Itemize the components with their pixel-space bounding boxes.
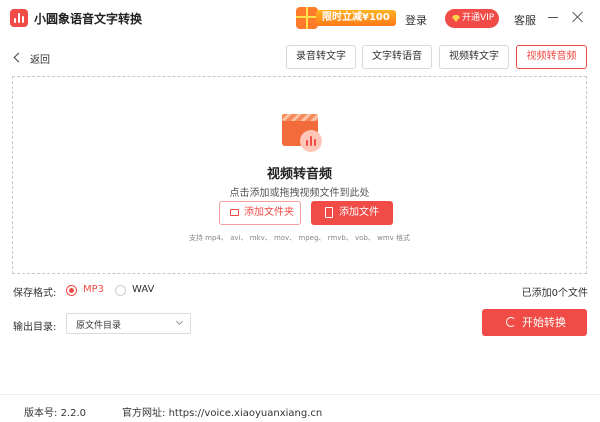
output-dir-select[interactable]: 原文件目录 <box>66 313 191 334</box>
refresh-icon <box>506 317 516 327</box>
website-link[interactable]: https://voice.xiaoyuanxiang.cn <box>169 408 323 419</box>
drop-hint: 点击添加或拖拽视频文件到此处 <box>229 188 370 199</box>
audio-wave-icon <box>10 9 28 27</box>
vip-label: 开通VIP <box>462 13 495 23</box>
save-format-label: 保存格式: <box>13 288 57 299</box>
format-label-wav: WAV <box>132 284 155 295</box>
folder-add-icon <box>230 209 239 216</box>
version-info: 版本号: 2.2.0 <box>24 404 86 419</box>
supported-formats: 支持 mp4、 avi、 mkv、 mov、 mpeg、 rmvb、 vob、 … <box>188 234 411 242</box>
minimize-icon[interactable] <box>548 17 558 18</box>
add-folder-button[interactable]: 添加文件夹 <box>219 201 301 225</box>
close-icon[interactable] <box>572 11 584 23</box>
chevron-down-icon <box>175 317 184 326</box>
file-add-icon <box>325 207 333 218</box>
add-file-label: 添加文件 <box>339 207 379 218</box>
drop-title: 视频转音频 <box>266 167 332 182</box>
promo-banner[interactable]: 限时立减¥100 <box>296 7 396 29</box>
add-file-button[interactable]: 添加文件 <box>311 201 393 225</box>
radio-unchecked-icon <box>115 285 126 296</box>
start-convert-label: 开始转换 <box>522 316 566 329</box>
output-dir-label: 输出目录: <box>13 322 57 333</box>
tab-text-to-speech[interactable]: 文字转语音 <box>362 45 432 69</box>
gift-icon <box>296 7 318 29</box>
footer-divider <box>0 394 600 395</box>
tab-audio-to-text[interactable]: 录音转文字 <box>286 45 356 69</box>
video-audio-icon <box>282 114 326 156</box>
app-title: 小圆象语音文字转换 <box>34 12 143 26</box>
version-label: 版本号: <box>24 408 58 419</box>
start-convert-button[interactable]: 开始转换 <box>482 309 587 336</box>
format-label-mp3: MP3 <box>83 284 105 295</box>
add-folder-label: 添加文件夹 <box>244 207 294 218</box>
website-info: 官方网址: https://voice.xiaoyuanxiang.cn <box>122 404 322 419</box>
customer-service-button[interactable]: 客服 <box>514 12 536 28</box>
version-number: 2.2.0 <box>60 408 87 419</box>
added-file-count: 已添加0个文件 <box>521 288 588 299</box>
radio-checked-icon <box>66 285 77 296</box>
login-button[interactable]: 登录 <box>405 12 427 28</box>
tab-video-to-text[interactable]: 视频转文字 <box>439 45 509 69</box>
vip-button[interactable]: 开通VIP <box>445 9 499 28</box>
diamond-icon <box>452 15 460 22</box>
title-bar: 小圆象语音文字转换 限时立减¥100 登录 开通VIP 客服 <box>0 0 600 36</box>
tab-video-to-audio[interactable]: 视频转音频 <box>516 45 587 69</box>
back-label: 返回 <box>30 55 50 66</box>
output-dir-value: 原文件目录 <box>76 321 122 331</box>
file-drop-zone[interactable]: 视频转音频 点击添加或拖拽视频文件到此处 添加文件夹 添加文件 支持 mp4、 … <box>12 76 587 274</box>
chevron-left-icon <box>13 52 24 63</box>
website-label: 官方网址: <box>122 408 166 419</box>
promo-label: 限时立减¥100 <box>316 10 396 26</box>
